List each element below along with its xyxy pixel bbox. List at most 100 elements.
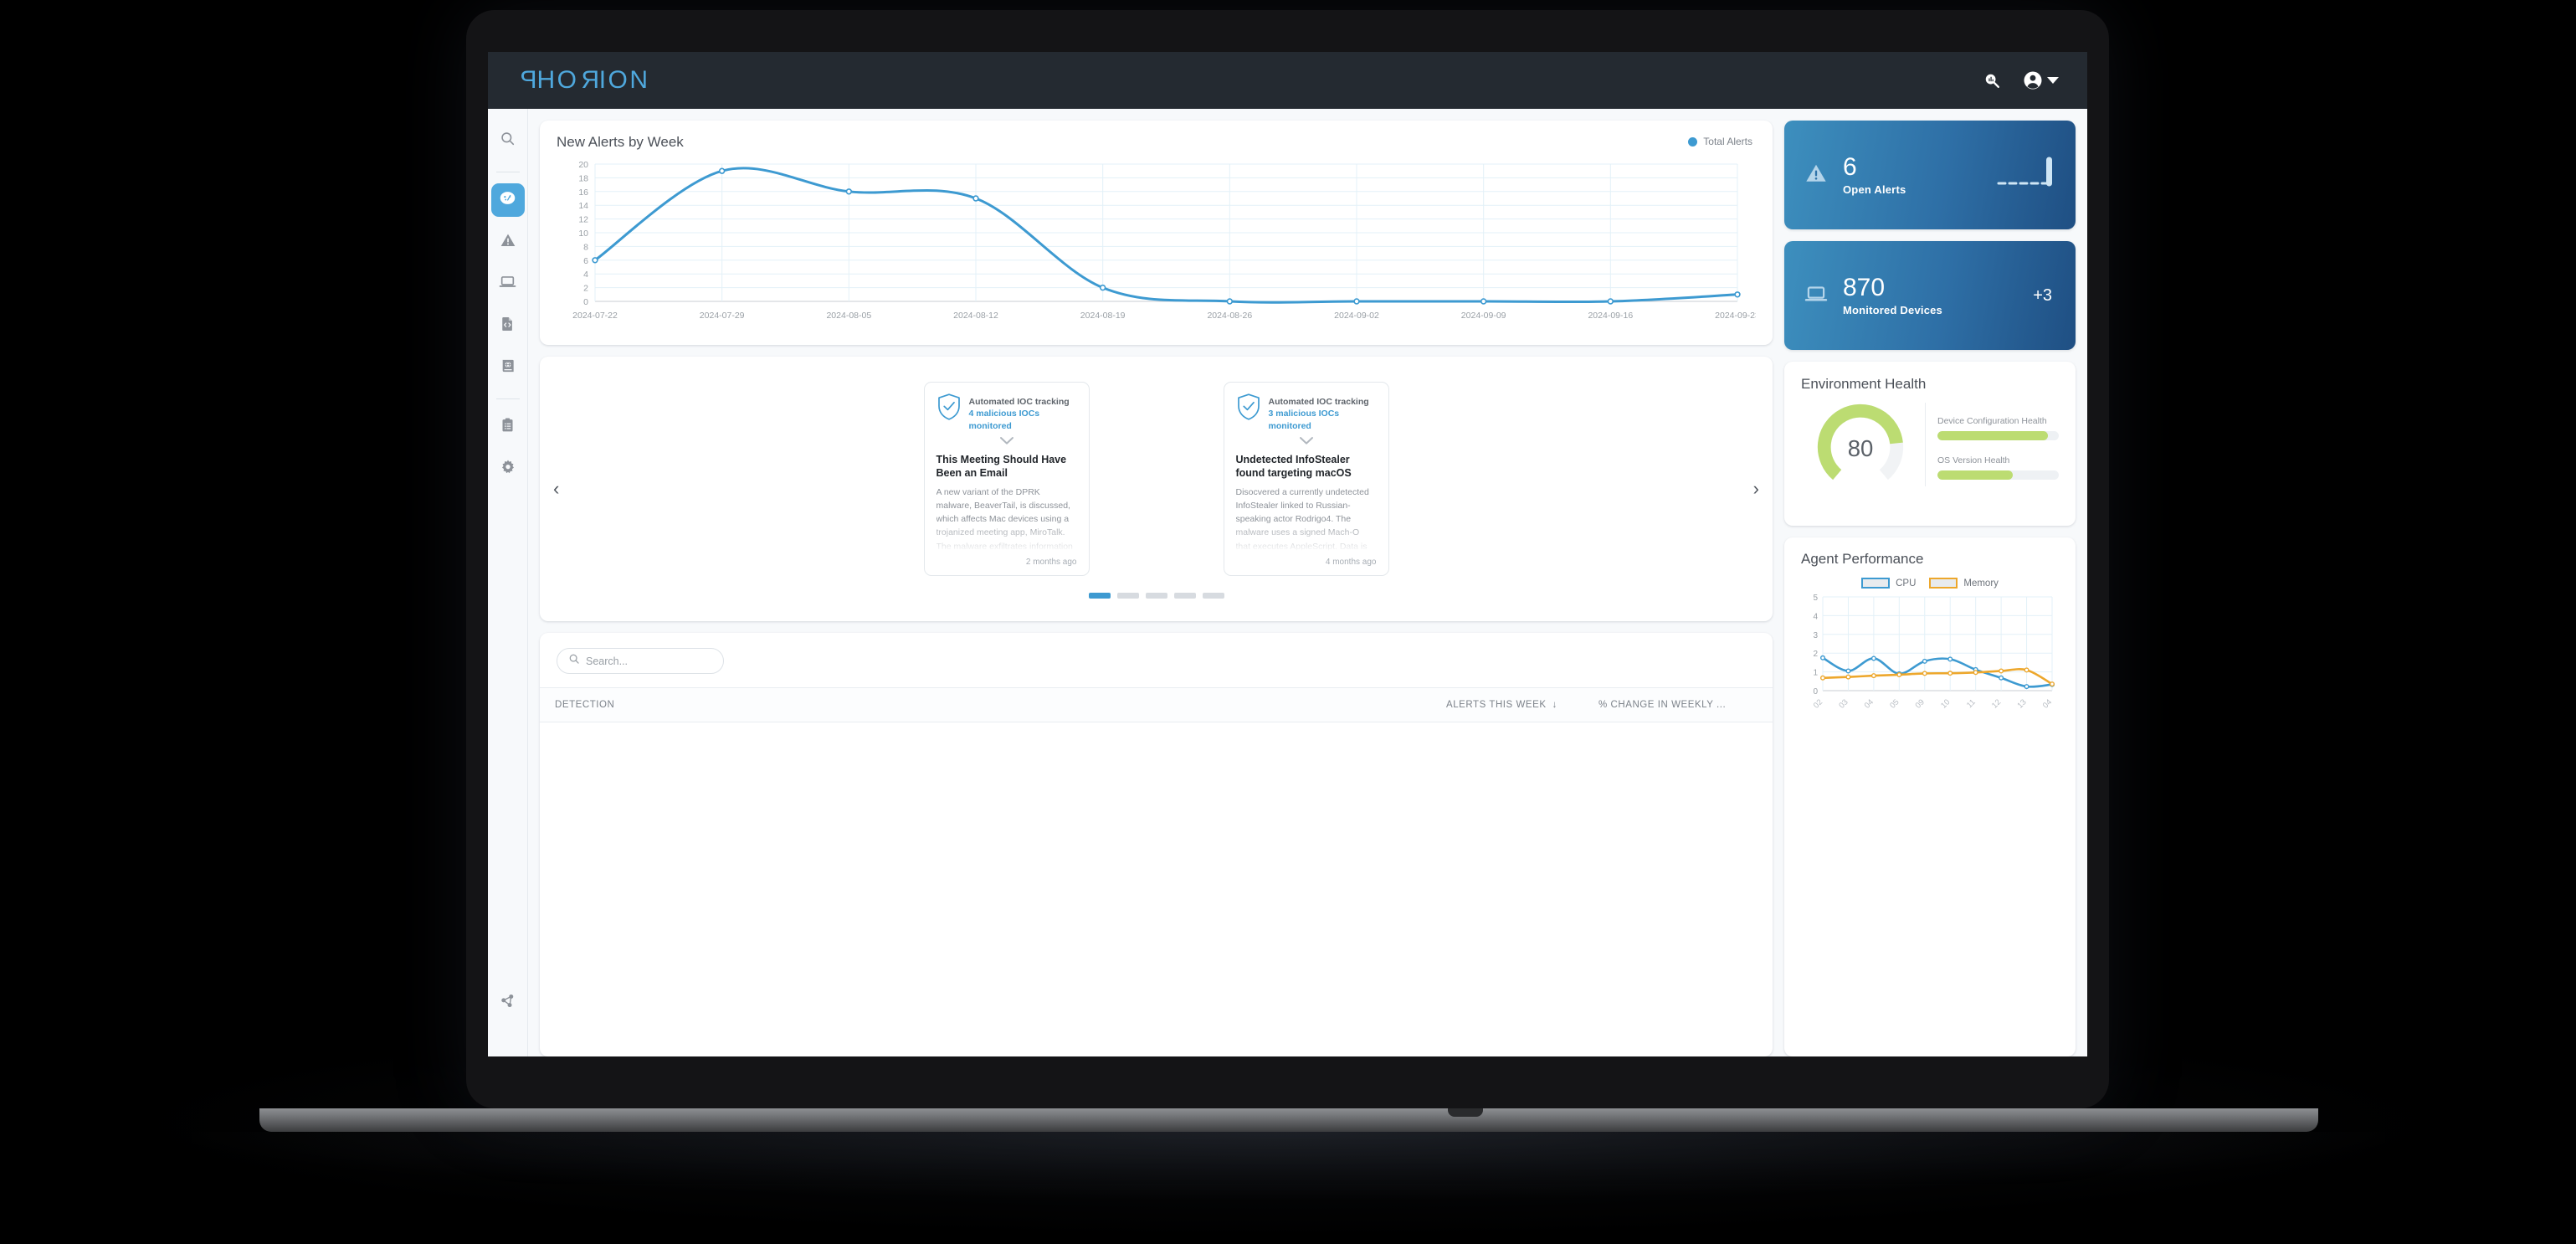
laptop-icon — [1804, 282, 1828, 310]
sort-desc-icon: ↓ — [1552, 700, 1557, 710]
brand-logo-rest: HO — [536, 66, 579, 94]
open-alerts-sparkline — [1997, 153, 2052, 198]
share-nodes-icon — [500, 993, 516, 1013]
svg-text:09: 09 — [1914, 697, 1927, 710]
stat-delta: +3 — [2033, 285, 2052, 305]
svg-text:4: 4 — [583, 270, 588, 280]
agent-performance-legend[interactable]: CPU Memory — [1801, 578, 2059, 589]
stat-value: 6 — [1843, 152, 1857, 181]
search-box[interactable] — [557, 648, 724, 674]
column-label: ALERTS THIS WEEK — [1446, 700, 1547, 710]
svg-text:4: 4 — [1813, 612, 1818, 621]
shield-check-icon — [936, 393, 962, 425]
expand-card-button[interactable] — [936, 436, 1077, 445]
card-header-text: Automated IOC tracking 4 malicious IOCs … — [969, 393, 1077, 434]
stat-card-monitored-devices[interactable]: 870 Monitored Devices +3 — [1784, 241, 2076, 350]
sidebar-item-alerts[interactable] — [491, 225, 525, 259]
main-content: New Alerts by Week Total Alerts 0 2 4 6 8 10 1… — [528, 109, 2087, 1056]
chart-search-icon[interactable] — [1974, 63, 2009, 98]
card-title: Undetected InfoStealer found targeting m… — [1235, 453, 1352, 480]
sidebar-item-scripts[interactable] — [491, 309, 525, 342]
stat-value: 870 — [1843, 273, 1886, 301]
laptop-shadow — [192, 1132, 2385, 1199]
carousel-dot[interactable] — [1088, 592, 1111, 599]
svg-text:04: 04 — [1863, 697, 1876, 710]
carousel-prev-icon[interactable]: ‹ — [545, 473, 567, 505]
svg-text:2024-08-26: 2024-08-26 — [1207, 311, 1252, 321]
shield-check-icon — [1236, 393, 1261, 425]
health-metric-track — [1937, 431, 2059, 440]
health-metric-label: OS Version Health — [1937, 455, 2010, 465]
column-header-pct-change[interactable]: % CHANGE IN WEEKLY ... — [1583, 700, 1742, 710]
svg-text:2024-08-12: 2024-08-12 — [953, 311, 998, 321]
legend-item-cpu[interactable]: CPU — [1861, 578, 1916, 589]
expand-card-button[interactable] — [1236, 436, 1377, 445]
sidebar-item-dashboard[interactable] — [490, 183, 525, 217]
clipboard-list-icon — [500, 417, 516, 437]
new-alerts-chart-card: New Alerts by Week Total Alerts 0 2 4 6 8 10 1… — [540, 121, 1773, 345]
sidebar-divider-bottom — [495, 398, 520, 399]
ioc-count-label: 3 malicious IOCs monitored — [1268, 409, 1340, 432]
sidebar-item-devices[interactable] — [491, 267, 525, 301]
book-globe-icon — [500, 357, 516, 378]
gauge-score: 80 — [1848, 435, 1874, 461]
svg-text:16: 16 — [578, 188, 588, 198]
file-code-icon — [500, 316, 516, 336]
health-metric-fill — [1937, 470, 2013, 480]
carousel-dot[interactable] — [1202, 592, 1224, 599]
search-icon — [500, 131, 516, 151]
alerts-chart-legend[interactable]: Total Alerts — [1688, 136, 1752, 147]
legend-label-total-alerts: Total Alerts — [1703, 136, 1752, 147]
legend-label-memory: Memory — [1963, 578, 1999, 589]
svg-text:14: 14 — [578, 201, 588, 211]
health-gauge: 80 — [1801, 398, 1920, 496]
svg-text:2024-07-22: 2024-07-22 — [572, 311, 618, 321]
environment-health-card: Environment Health 80 Device Configurati… — [1784, 362, 2076, 526]
sidebar-item-integrations[interactable] — [491, 986, 525, 1020]
health-metric: Device Configuration Health — [1937, 416, 2059, 440]
threat-intel-card[interactable]: Automated IOC tracking 3 malicious IOCs … — [1223, 382, 1389, 576]
brand-logo-tail: ION — [598, 66, 650, 94]
account-menu-button[interactable] — [2021, 63, 2059, 98]
threat-intel-card[interactable]: Automated IOC tracking 4 malicious IOCs … — [923, 382, 1090, 576]
carousel-dot[interactable] — [1145, 592, 1167, 599]
detections-table-card: DETECTION ALERTS THIS WEEK ↓ % CHANGE IN … — [540, 633, 1773, 1056]
svg-text:2024-09-23: 2024-09-23 — [1715, 311, 1756, 321]
svg-text:2024-09-16: 2024-09-16 — [1588, 311, 1633, 321]
environment-health-body: 80 Device Configuration Health OS Versio… — [1801, 398, 2059, 496]
svg-text:12: 12 — [1990, 697, 2003, 710]
search-input[interactable] — [586, 655, 712, 667]
svg-text:1: 1 — [1813, 669, 1818, 678]
legend-item-memory[interactable]: Memory — [1929, 578, 1999, 589]
stat-card-open-alerts[interactable]: 6 Open Alerts — [1784, 121, 2076, 229]
brand-logo[interactable]: P HO R ION — [518, 66, 650, 95]
svg-text:12: 12 — [578, 215, 588, 225]
svg-text:0: 0 — [583, 297, 588, 307]
brand-logo-r: R — [578, 66, 599, 94]
svg-text:2024-09-02: 2024-09-02 — [1334, 311, 1379, 321]
environment-health-bars: Device Configuration Health OS Version H… — [1937, 398, 2059, 496]
gear-icon — [500, 459, 516, 480]
right-column: 6 Open Alerts 870 Monitored Devices +3 E… — [1784, 121, 2076, 1056]
sidebar-item-reports[interactable] — [491, 410, 525, 444]
svg-text:5: 5 — [1813, 594, 1818, 603]
svg-text:13: 13 — [2015, 697, 2028, 710]
carousel-dot[interactable] — [1116, 592, 1139, 599]
column-header-alerts-this-week[interactable]: ALERTS THIS WEEK ↓ — [1431, 700, 1583, 710]
carousel-next-icon[interactable]: › — [1745, 473, 1768, 505]
carousel-dot[interactable] — [1173, 592, 1196, 599]
laptop-icon — [499, 273, 516, 295]
brand-logo-p: P — [518, 66, 537, 94]
agent-performance-title: Agent Performance — [1801, 551, 1924, 567]
card-timestamp: 4 months ago — [1325, 557, 1377, 567]
sidebar-item-search[interactable] — [491, 124, 525, 157]
sidebar-item-knowledge[interactable] — [491, 351, 525, 384]
stat-label: Monitored Devices — [1843, 304, 1942, 317]
card-title: This Meeting Should Have Been an Email — [936, 453, 1067, 480]
environment-health-title: Environment Health — [1801, 376, 1927, 392]
agent-performance-card: Agent Performance CPU Memory 0 1 2 3 4 5 02 03 0… — [1784, 537, 2076, 1056]
svg-text:2: 2 — [1813, 650, 1818, 659]
legend-swatch-memory — [1929, 578, 1958, 589]
sidebar-item-settings[interactable] — [491, 452, 525, 486]
column-header-detection[interactable]: DETECTION — [540, 700, 1431, 710]
